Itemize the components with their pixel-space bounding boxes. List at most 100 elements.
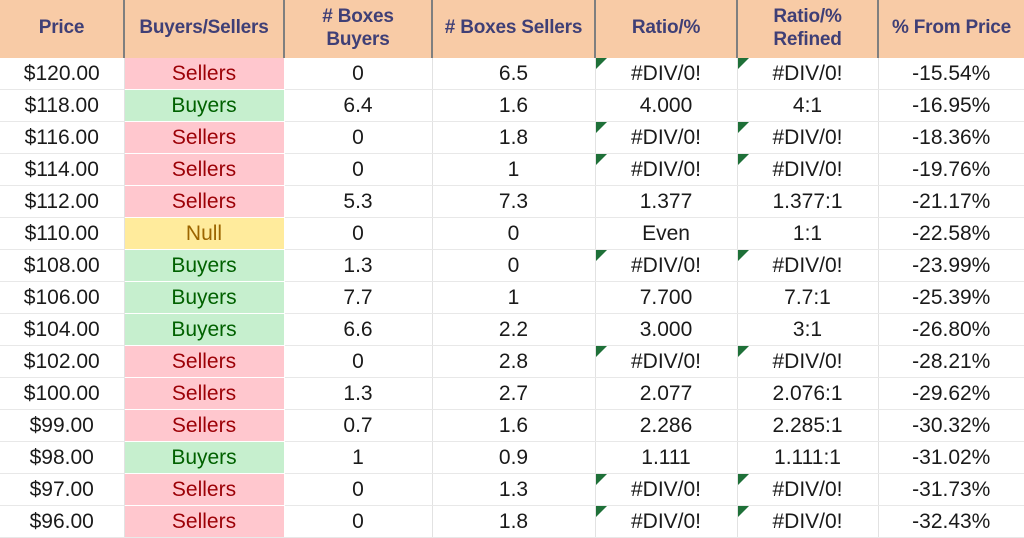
cell-boxes-sellers[interactable]: 0.9 xyxy=(432,441,596,474)
cell-ratio[interactable]: #DIV/0! xyxy=(595,57,738,90)
cell-price[interactable]: $99.00 xyxy=(0,409,125,442)
cell-pct-from-price[interactable]: -16.95% xyxy=(878,89,1024,122)
cell-ratio-refined[interactable]: 4:1 xyxy=(737,89,879,122)
column-header-boxes-sellers[interactable]: # Boxes Sellers xyxy=(432,0,596,58)
cell-boxes-buyers[interactable]: 7.7 xyxy=(284,281,433,314)
cell-price[interactable]: $98.00 xyxy=(0,441,125,474)
cell-boxes-sellers[interactable]: 1.6 xyxy=(432,409,596,442)
cell-ratio[interactable]: 4.000 xyxy=(595,89,738,122)
cell-price[interactable]: $114.00 xyxy=(0,153,125,186)
cell-boxes-sellers[interactable]: 1.6 xyxy=(432,89,596,122)
cell-boxes-sellers[interactable]: 1.8 xyxy=(432,121,596,154)
cell-ratio-refined[interactable]: #DIV/0! xyxy=(737,473,879,506)
cell-ratio-refined[interactable]: 7.7:1 xyxy=(737,281,879,314)
cell-buyers-sellers[interactable]: Sellers xyxy=(124,409,284,442)
cell-ratio-refined[interactable]: #DIV/0! xyxy=(737,153,879,186)
cell-buyers-sellers[interactable]: Buyers xyxy=(124,281,284,314)
cell-ratio-refined[interactable]: #DIV/0! xyxy=(737,249,879,282)
cell-ratio[interactable]: Even xyxy=(595,217,738,250)
cell-ratio-refined[interactable]: 1.377:1 xyxy=(737,185,879,218)
cell-boxes-sellers[interactable]: 1 xyxy=(432,153,596,186)
cell-ratio-refined[interactable]: #DIV/0! xyxy=(737,345,879,378)
cell-buyers-sellers[interactable]: Sellers xyxy=(124,473,284,506)
cell-boxes-sellers[interactable]: 6.5 xyxy=(432,57,596,90)
cell-boxes-sellers[interactable]: 0 xyxy=(432,249,596,282)
cell-price[interactable]: $104.00 xyxy=(0,313,125,346)
cell-ratio-refined[interactable]: 3:1 xyxy=(737,313,879,346)
cell-pct-from-price[interactable]: -23.99% xyxy=(878,249,1024,282)
cell-pct-from-price[interactable]: -28.21% xyxy=(878,345,1024,378)
cell-price[interactable]: $100.00 xyxy=(0,377,125,410)
cell-boxes-buyers[interactable]: 0 xyxy=(284,57,433,90)
cell-boxes-sellers[interactable]: 0 xyxy=(432,217,596,250)
column-header-buyers-sellers[interactable]: Buyers/Sellers xyxy=(124,0,285,58)
cell-boxes-buyers[interactable]: 0 xyxy=(284,473,433,506)
cell-ratio[interactable]: #DIV/0! xyxy=(595,473,738,506)
cell-price[interactable]: $110.00 xyxy=(0,217,125,250)
cell-ratio[interactable]: 2.077 xyxy=(595,377,738,410)
cell-buyers-sellers[interactable]: Sellers xyxy=(124,185,284,218)
cell-buyers-sellers[interactable]: Sellers xyxy=(124,153,284,186)
cell-boxes-buyers[interactable]: 1 xyxy=(284,441,433,474)
cell-ratio-refined[interactable]: 1.111:1 xyxy=(737,441,879,474)
cell-boxes-buyers[interactable]: 6.4 xyxy=(284,89,433,122)
cell-ratio[interactable]: #DIV/0! xyxy=(595,249,738,282)
cell-buyers-sellers[interactable]: Null xyxy=(124,217,284,250)
cell-boxes-sellers[interactable]: 2.2 xyxy=(432,313,596,346)
cell-ratio-refined[interactable]: 2.076:1 xyxy=(737,377,879,410)
cell-pct-from-price[interactable]: -30.32% xyxy=(878,409,1024,442)
cell-pct-from-price[interactable]: -29.62% xyxy=(878,377,1024,410)
cell-pct-from-price[interactable]: -18.36% xyxy=(878,121,1024,154)
cell-boxes-sellers[interactable]: 2.7 xyxy=(432,377,596,410)
cell-ratio[interactable]: #DIV/0! xyxy=(595,345,738,378)
cell-pct-from-price[interactable]: -22.58% xyxy=(878,217,1024,250)
cell-price[interactable]: $106.00 xyxy=(0,281,125,314)
cell-ratio[interactable]: #DIV/0! xyxy=(595,153,738,186)
cell-pct-from-price[interactable]: -25.39% xyxy=(878,281,1024,314)
cell-price[interactable]: $97.00 xyxy=(0,473,125,506)
cell-buyers-sellers[interactable]: Buyers xyxy=(124,441,284,474)
cell-ratio[interactable]: 1.111 xyxy=(595,441,738,474)
column-header-price[interactable]: Price xyxy=(0,0,125,58)
cell-price[interactable]: $120.00 xyxy=(0,57,125,90)
cell-pct-from-price[interactable]: -31.02% xyxy=(878,441,1024,474)
cell-boxes-buyers[interactable]: 1.3 xyxy=(284,249,433,282)
cell-buyers-sellers[interactable]: Buyers xyxy=(124,89,284,122)
cell-buyers-sellers[interactable]: Buyers xyxy=(124,313,284,346)
cell-ratio-refined[interactable]: 1:1 xyxy=(737,217,879,250)
column-header-ratio-refined[interactable]: Ratio/% Refined xyxy=(737,0,879,58)
cell-buyers-sellers[interactable]: Sellers xyxy=(124,377,284,410)
cell-ratio[interactable]: #DIV/0! xyxy=(595,121,738,154)
cell-boxes-buyers[interactable]: 0 xyxy=(284,153,433,186)
cell-pct-from-price[interactable]: -19.76% xyxy=(878,153,1024,186)
column-header-pct-from-price[interactable]: % From Price xyxy=(878,0,1024,58)
cell-ratio[interactable]: 7.700 xyxy=(595,281,738,314)
column-header-ratio[interactable]: Ratio/% xyxy=(595,0,738,58)
cell-ratio-refined[interactable]: 2.285:1 xyxy=(737,409,879,442)
cell-pct-from-price[interactable]: -15.54% xyxy=(878,57,1024,90)
cell-boxes-buyers[interactable]: 0 xyxy=(284,217,433,250)
cell-price[interactable]: $112.00 xyxy=(0,185,125,218)
cell-boxes-buyers[interactable]: 6.6 xyxy=(284,313,433,346)
cell-ratio-refined[interactable]: #DIV/0! xyxy=(737,121,879,154)
cell-price[interactable]: $102.00 xyxy=(0,345,125,378)
cell-buyers-sellers[interactable]: Buyers xyxy=(124,249,284,282)
cell-price[interactable]: $116.00 xyxy=(0,121,125,154)
cell-boxes-sellers[interactable]: 2.8 xyxy=(432,345,596,378)
cell-boxes-sellers[interactable]: 1 xyxy=(432,281,596,314)
cell-boxes-buyers[interactable]: 0.7 xyxy=(284,409,433,442)
cell-boxes-buyers[interactable]: 1.3 xyxy=(284,377,433,410)
cell-boxes-buyers[interactable]: 5.3 xyxy=(284,185,433,218)
cell-buyers-sellers[interactable]: Sellers xyxy=(124,345,284,378)
cell-price[interactable]: $118.00 xyxy=(0,89,125,122)
cell-boxes-buyers[interactable]: 0 xyxy=(284,121,433,154)
cell-buyers-sellers[interactable]: Sellers xyxy=(124,57,284,90)
cell-ratio[interactable]: 3.000 xyxy=(595,313,738,346)
cell-ratio[interactable]: 2.286 xyxy=(595,409,738,442)
cell-pct-from-price[interactable]: -21.17% xyxy=(878,185,1024,218)
cell-ratio[interactable]: 1.377 xyxy=(595,185,738,218)
cell-pct-from-price[interactable]: -26.80% xyxy=(878,313,1024,346)
cell-pct-from-price[interactable]: -31.73% xyxy=(878,473,1024,506)
cell-ratio-refined[interactable]: #DIV/0! xyxy=(737,57,879,90)
cell-boxes-buyers[interactable]: 0 xyxy=(284,345,433,378)
